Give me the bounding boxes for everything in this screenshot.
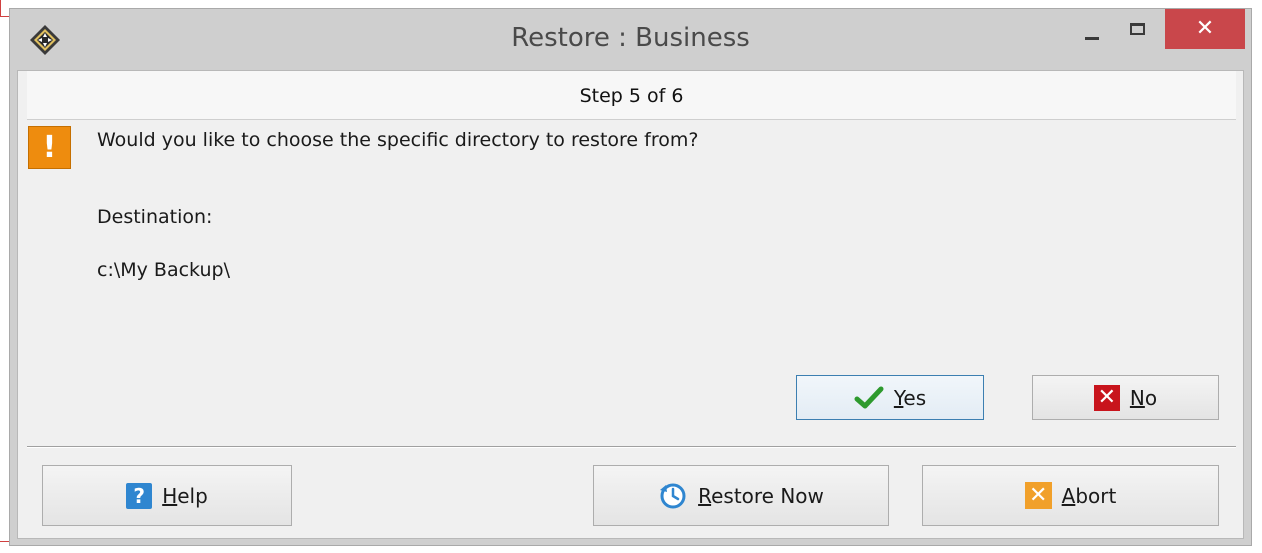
clock-restore-icon <box>660 483 686 508</box>
yes-label: Yes <box>893 385 927 410</box>
question-text: Would you like to choose the specific di… <box>97 129 699 151</box>
yes-button[interactable]: Yes <box>796 375 984 420</box>
help-button[interactable]: ? Help <box>42 465 292 526</box>
title-bar[interactable]: Restore : Business ✕ <box>10 9 1251 70</box>
close-button[interactable]: ✕ <box>1165 9 1245 49</box>
help-label: Help <box>162 483 208 508</box>
window-title: Restore : Business <box>511 23 750 53</box>
step-indicator: Step 5 of 6 <box>27 71 1236 120</box>
no-label: No <box>1129 385 1158 410</box>
destination-label: Destination: <box>97 206 213 228</box>
destination-path: c:\My Backup\ <box>97 259 230 281</box>
abort-icon: ✕ <box>1024 482 1052 509</box>
restore-dialog: Restore : Business ✕ Step 5 of 6 ! Would… <box>9 8 1252 546</box>
guide-line-vertical <box>0 0 1 16</box>
no-button[interactable]: ✕ No <box>1032 375 1219 420</box>
abort-button[interactable]: ✕ Abort <box>922 465 1219 526</box>
divider <box>27 446 1236 447</box>
minimize-button[interactable] <box>1074 9 1114 49</box>
maximize-button[interactable] <box>1118 9 1164 49</box>
x-icon: ✕ <box>1093 384 1120 411</box>
help-icon: ? <box>126 482 153 509</box>
exclamation-icon: ! <box>28 126 71 169</box>
restore-now-label: Restore Now <box>698 483 824 508</box>
abort-label: Abort <box>1061 483 1117 508</box>
checkmark-icon <box>854 386 884 408</box>
restore-now-button[interactable]: Restore Now <box>593 465 889 526</box>
close-icon: ✕ <box>1195 16 1215 41</box>
dialog-body: Step 5 of 6 ! Would you like to choose t… <box>17 70 1244 539</box>
